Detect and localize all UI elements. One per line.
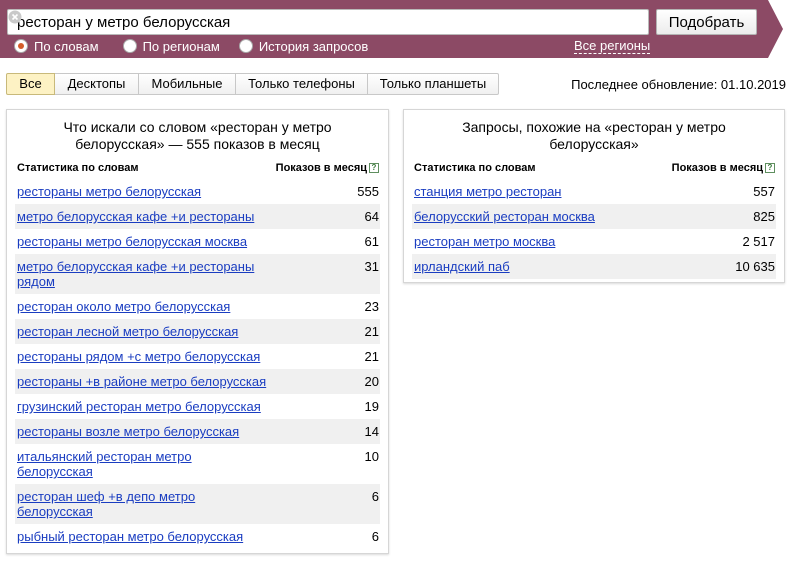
help-icon[interactable]: ? [765, 163, 775, 173]
panel-title: Запросы, похожие на «ресторан у метро бе… [462, 119, 726, 152]
column-headers: Статистика по словам Показов в месяц ? [414, 161, 775, 175]
column-header-query: Статистика по словам [17, 162, 139, 174]
table-row: итальянский ресторан метро белорусская 10 [17, 444, 379, 484]
impressions-count: 21 [364, 349, 379, 364]
impressions-count: 19 [364, 399, 379, 414]
radio-label: История запросов [258, 38, 369, 54]
query-link[interactable]: ресторан лесной метро белорусская [17, 324, 238, 339]
query-link[interactable]: итальянский ресторан метро белорусская [17, 449, 267, 479]
table-row: рыбный ресторан метро белорусская 6 [17, 524, 379, 549]
impressions-count: 2 517 [742, 234, 775, 249]
table-row: рестораны метро белорусская 555 [17, 179, 379, 204]
tab-desktops[interactable]: Десктопы [55, 73, 139, 95]
search-header: Подобрать По словам По регионам История … [0, 0, 791, 58]
submit-button[interactable]: Подобрать [656, 9, 757, 35]
tab-tablets-only[interactable]: Только планшеты [368, 73, 499, 95]
column-headers: Статистика по словам Показов в месяц ? [17, 161, 379, 175]
column-header-count: Показов в месяц [671, 162, 763, 174]
radio-label: По словам [34, 38, 99, 54]
table-row: метро белорусская кафе +и рестораны 64 [15, 204, 380, 229]
table-row: ресторан лесной метро белорусская 21 [15, 319, 380, 344]
query-link[interactable]: метро белорусская кафе +и рестораны рядо… [17, 259, 267, 289]
device-tabs: Все Десктопы Мобильные Только телефоны Т… [6, 73, 499, 95]
impressions-count: 6 [371, 529, 379, 544]
table-row: рестораны метро белорусская москва 61 [17, 229, 379, 254]
table-row: рестораны возле метро белорусская 14 [15, 419, 380, 444]
tab-all[interactable]: Все [6, 73, 55, 95]
table-row: ирландский паб 10 635 [412, 254, 776, 279]
impressions-count: 21 [364, 324, 379, 339]
query-link[interactable]: ресторан около метро белорусская [17, 299, 230, 314]
query-link[interactable]: рестораны +в районе метро белорусская [17, 374, 266, 389]
search-box [7, 9, 649, 35]
table-row: рестораны рядом +с метро белорусская 21 [17, 344, 379, 369]
query-link[interactable]: станция метро ресторан [414, 184, 561, 199]
table-row: рестораны +в районе метро белорусская 20 [15, 369, 380, 394]
clear-icon[interactable] [8, 10, 22, 24]
query-link[interactable]: рестораны метро белорусская [17, 184, 201, 199]
column-header-query: Статистика по словам [414, 162, 536, 174]
impressions-count: 10 635 [735, 259, 775, 274]
query-link[interactable]: рестораны метро белорусская москва [17, 234, 247, 249]
column-header-count: Показов в месяц [275, 162, 367, 174]
query-link[interactable]: ресторан шеф +в депо метро белорусская [17, 489, 267, 519]
radio-query-history[interactable]: История запросов [238, 38, 369, 54]
radio-by-regions[interactable]: По регионам [122, 38, 220, 54]
column-header-count-wrap: Показов в месяц ? [276, 161, 379, 175]
table-row: ресторан около метро белорусская 23 [17, 294, 379, 319]
impressions-count: 23 [364, 299, 379, 314]
radio-unchecked-icon[interactable] [238, 39, 253, 53]
impressions-count: 557 [753, 184, 775, 199]
query-link[interactable]: метро белорусская кафе +и рестораны [17, 209, 254, 224]
impressions-count: 10 [364, 449, 379, 464]
impressions-count: 20 [364, 374, 379, 389]
search-input[interactable] [8, 10, 626, 34]
query-link[interactable]: ирландский паб [414, 259, 510, 274]
query-link[interactable]: рыбный ресторан метро белорусская [17, 529, 243, 544]
tab-mobile[interactable]: Мобильные [139, 73, 236, 95]
table-row: метро белорусская кафе +и рестораны рядо… [15, 254, 380, 294]
word-stats-list: рестораны метро белорусская 555 метро бело… [15, 179, 380, 549]
all-regions-link[interactable]: Все регионы [574, 38, 651, 54]
query-link[interactable]: рестораны рядом +с метро белорусская [17, 349, 260, 364]
tab-phones-only[interactable]: Только телефоны [236, 73, 368, 95]
similar-queries-list: станция метро ресторан 557 белорусский рес… [412, 179, 776, 279]
radio-label: По регионам [142, 38, 220, 54]
query-link[interactable]: рестораны возле метро белорусская [17, 424, 239, 439]
query-link[interactable]: грузинский ресторан метро белорусская [17, 399, 261, 414]
table-row: станция метро ресторан 557 [414, 179, 775, 204]
radio-by-words[interactable]: По словам [14, 39, 99, 54]
impressions-count: 6 [371, 489, 379, 504]
help-icon[interactable]: ? [369, 163, 379, 173]
radio-checked-icon[interactable] [14, 39, 28, 53]
radio-unchecked-icon[interactable] [122, 39, 137, 53]
table-row: ресторан метро москва 2 517 [414, 229, 775, 254]
impressions-count: 61 [364, 234, 379, 249]
query-link[interactable]: ресторан метро москва [414, 234, 555, 249]
table-row: грузинский ресторан метро белорусская 19 [17, 394, 379, 419]
similar-queries-panel: Запросы, похожие на «ресторан у метро бе… [403, 109, 785, 283]
column-header-count-wrap: Показов в месяц ? [672, 161, 775, 175]
impressions-count: 31 [364, 259, 379, 274]
table-row: ресторан шеф +в депо метро белорусская 6 [15, 484, 380, 524]
impressions-count: 825 [753, 209, 775, 224]
search-mode-radios: По словам По регионам История запросов [14, 38, 382, 54]
last-update-text: Последнее обновление: 01.10.2019 [571, 77, 786, 92]
table-row: белорусский ресторан москва 825 [412, 204, 776, 229]
impressions-count: 14 [364, 424, 379, 439]
word-stats-panel: Что искали со словом «ресторан у метро б… [6, 109, 389, 554]
impressions-count: 64 [364, 209, 379, 224]
query-link[interactable]: белорусский ресторан москва [414, 209, 595, 224]
panel-title: Что искали со словом «ресторан у метро б… [63, 119, 332, 152]
impressions-count: 555 [357, 184, 379, 199]
